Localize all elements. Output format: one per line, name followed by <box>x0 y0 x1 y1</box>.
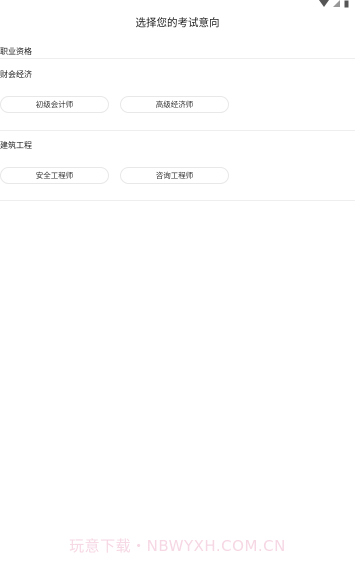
option-button-senior-economist[interactable]: 高级经济师 <box>120 96 229 113</box>
divider <box>0 130 355 131</box>
divider <box>0 58 355 59</box>
watermark: 玩意下载・NBWYXH.COM.CN <box>69 537 286 555</box>
divider <box>0 200 355 201</box>
signal-icon <box>333 0 340 7</box>
status-icons <box>319 0 349 8</box>
option-button-junior-accountant[interactable]: 初级会计师 <box>0 96 109 113</box>
group-title-finance-economics: 财会经济 <box>0 70 32 79</box>
option-button-consulting-engineer[interactable]: 咨询工程师 <box>120 167 229 184</box>
option-button-safety-engineer[interactable]: 安全工程师 <box>0 167 109 184</box>
group-title-construction-engineering: 建筑工程 <box>0 141 32 150</box>
page-title: 选择您的考试意向 <box>135 17 220 29</box>
status-bar <box>0 0 355 10</box>
battery-icon <box>344 0 349 8</box>
wifi-icon <box>319 0 329 7</box>
section-title-occupational-qualification: 职业资格 <box>0 47 32 56</box>
